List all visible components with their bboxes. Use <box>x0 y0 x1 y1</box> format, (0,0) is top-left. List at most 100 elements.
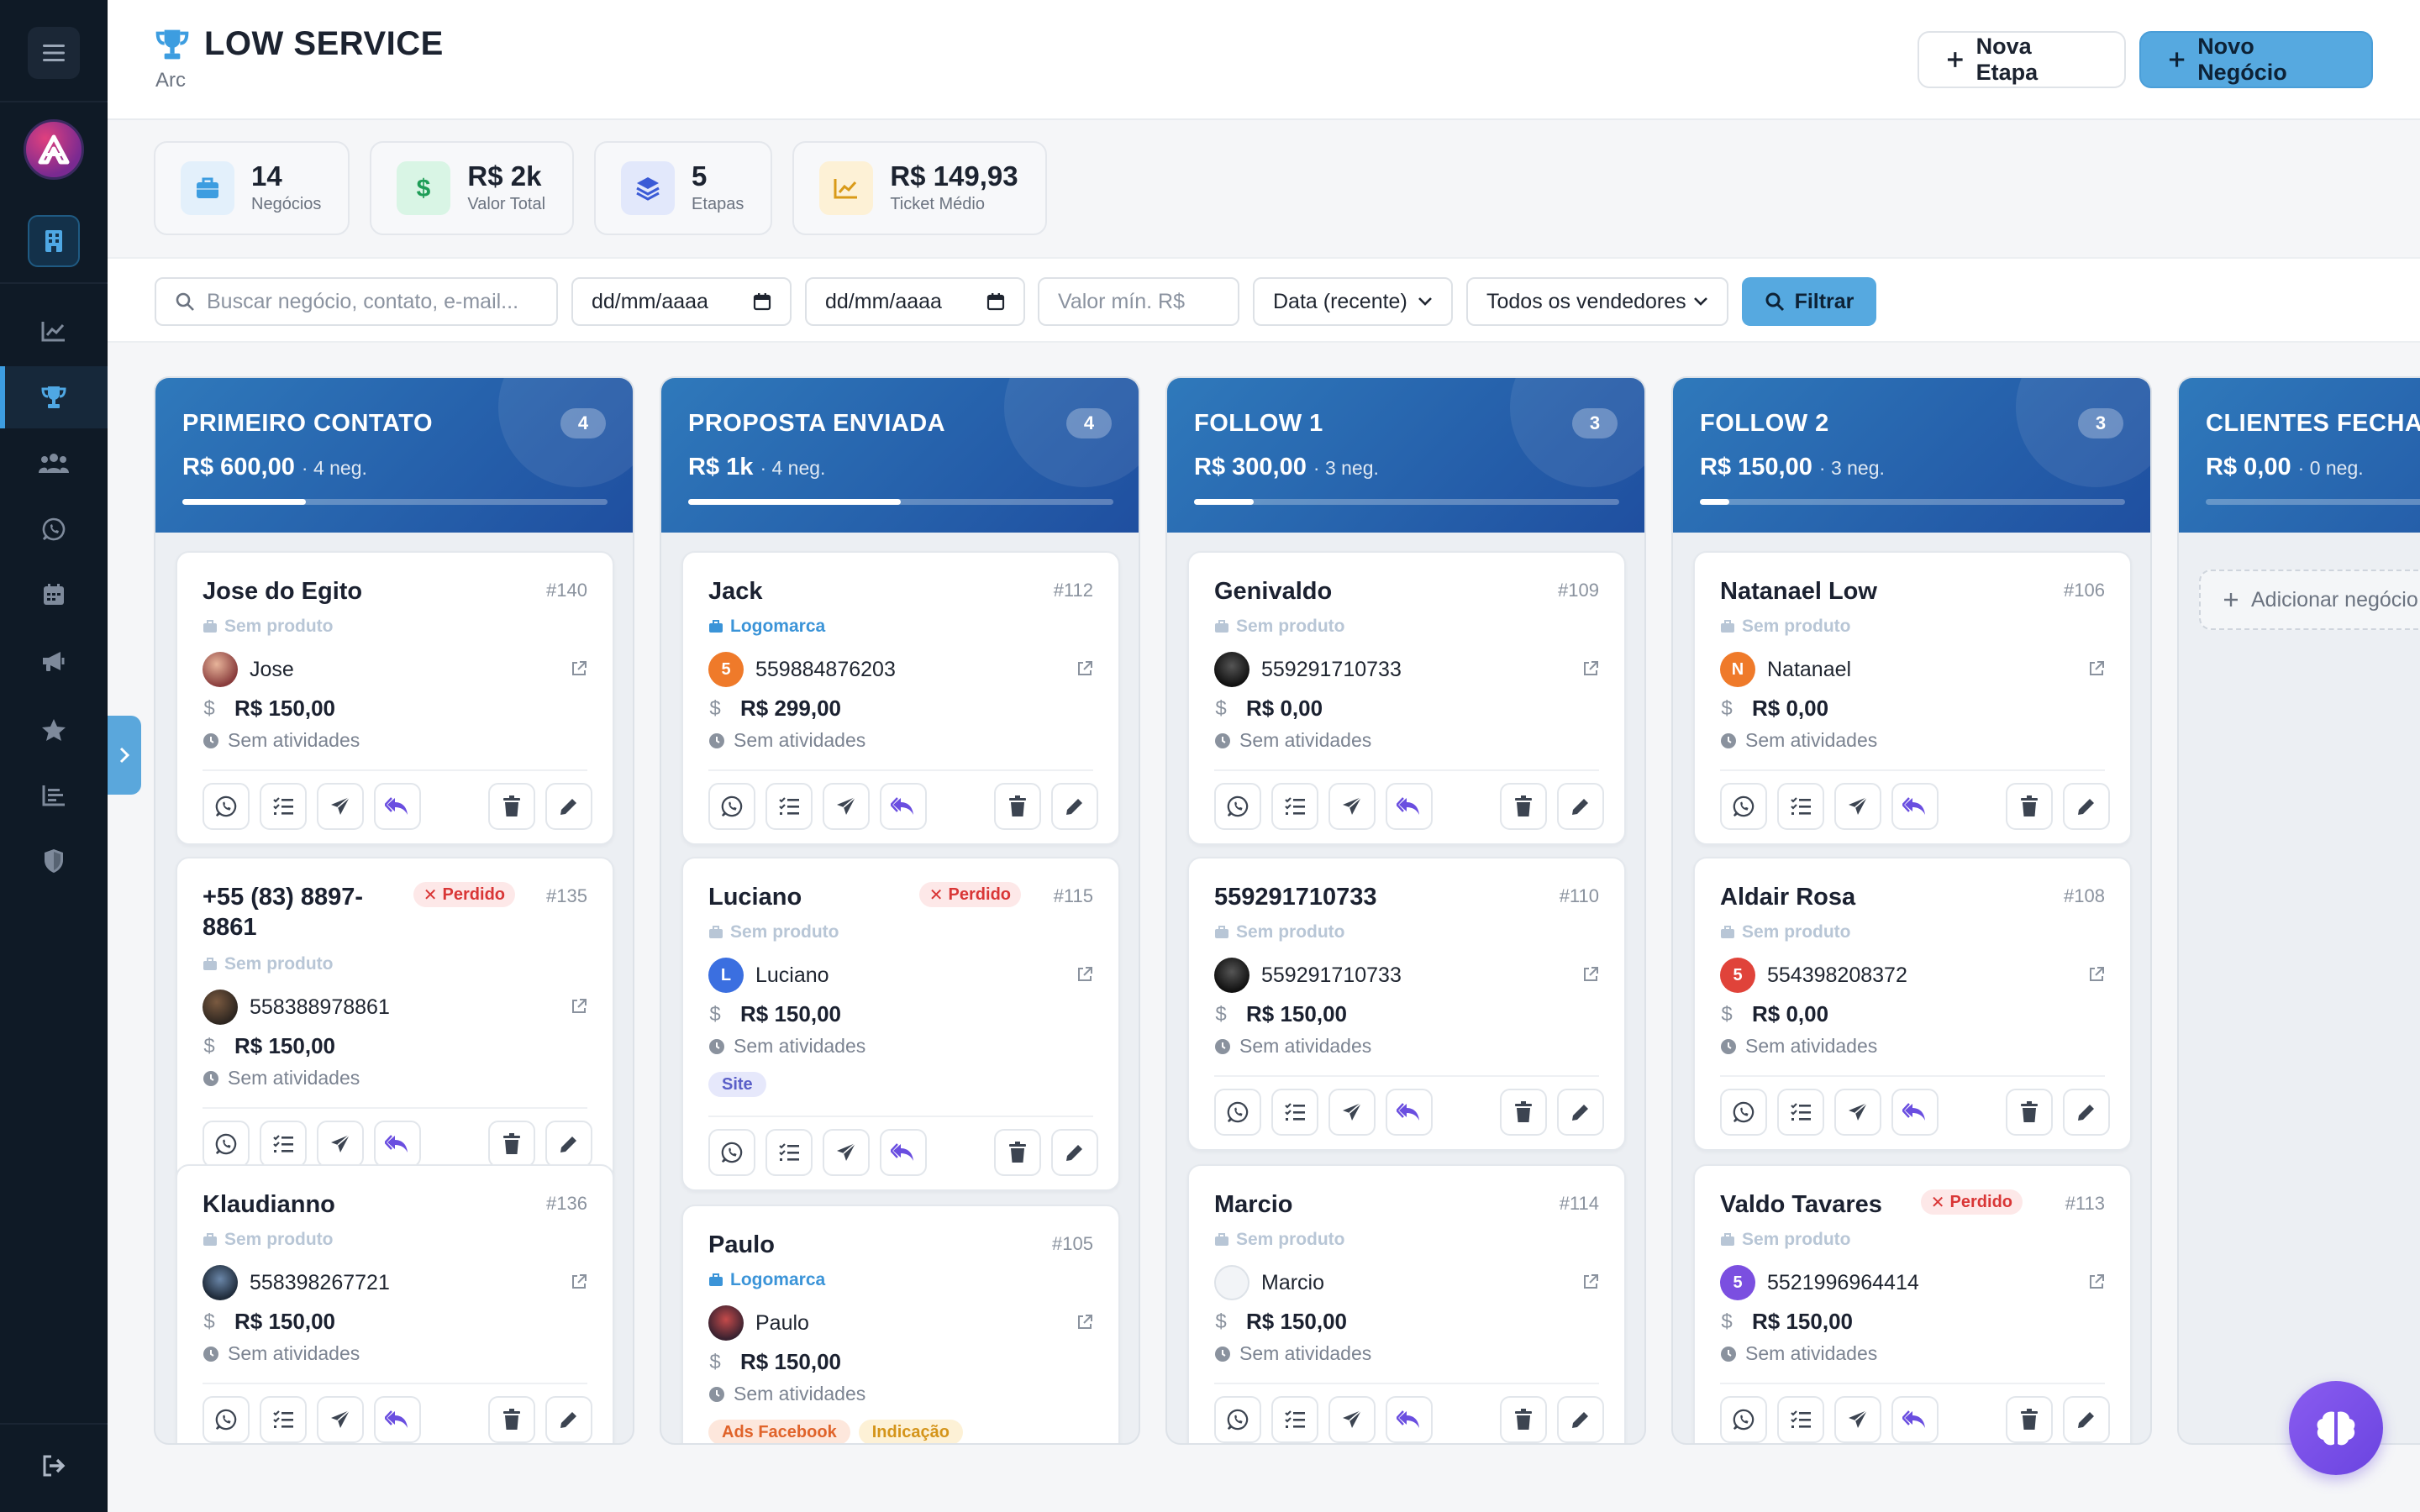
send-button[interactable] <box>317 1121 364 1168</box>
deal-contact[interactable]: Paulo <box>708 1305 809 1341</box>
delete-button[interactable] <box>488 783 535 830</box>
external-link-icon[interactable] <box>2088 660 2105 681</box>
whatsapp-button[interactable] <box>1214 1089 1261 1136</box>
tasks-button[interactable] <box>1271 783 1318 830</box>
tag-badge[interactable]: Site <box>708 1072 766 1097</box>
deal-title[interactable]: Klaudianno <box>203 1189 455 1220</box>
seller-select[interactable]: Todos os vendedores <box>1466 277 1728 326</box>
send-button[interactable] <box>1328 1396 1376 1443</box>
edit-button[interactable] <box>545 783 592 830</box>
tasks-button[interactable] <box>1777 1396 1824 1443</box>
ai-assistant-button[interactable] <box>2289 1381 2383 1475</box>
external-link-icon[interactable] <box>571 660 587 681</box>
tasks-button[interactable] <box>260 783 307 830</box>
edit-button[interactable] <box>545 1121 592 1168</box>
deal-contact[interactable]: L Luciano <box>708 958 829 993</box>
sidebar-item-contacts[interactable] <box>0 432 108 494</box>
reply-button[interactable] <box>374 1121 421 1168</box>
deal-contact[interactable]: Marcio <box>1214 1265 1324 1300</box>
whatsapp-button[interactable] <box>203 1121 250 1168</box>
whatsapp-button[interactable] <box>708 1129 755 1176</box>
deal-contact[interactable]: 559291710733 <box>1214 958 1402 993</box>
delete-button[interactable] <box>994 783 1041 830</box>
tasks-button[interactable] <box>765 1129 813 1176</box>
reply-button[interactable] <box>1386 1089 1433 1136</box>
external-link-icon[interactable] <box>1582 660 1599 681</box>
external-link-icon[interactable] <box>1076 660 1093 681</box>
whatsapp-button[interactable] <box>1214 783 1261 830</box>
deal-contact[interactable]: N Natanael <box>1720 652 1851 687</box>
reply-button[interactable] <box>1891 1396 1939 1443</box>
deal-title[interactable]: Aldair Rosa <box>1720 882 1972 912</box>
expand-panel-tab[interactable] <box>108 716 141 795</box>
send-button[interactable] <box>317 783 364 830</box>
send-button[interactable] <box>1328 1089 1376 1136</box>
whatsapp-button[interactable] <box>1720 1396 1767 1443</box>
deal-card[interactable]: Paulo #105 Logomarca Paulo $ R$ 150,00 Sem … <box>681 1205 1120 1443</box>
date-to-input[interactable]: dd/mm/aaaa <box>805 277 1025 326</box>
external-link-icon[interactable] <box>2088 1273 2105 1294</box>
deal-card[interactable]: Genivaldo #109 Sem produto 559291710733 $ R… <box>1187 551 1626 845</box>
deal-title[interactable]: Jack <box>708 576 960 606</box>
deal-contact[interactable]: 5 5521996964414 <box>1720 1265 1919 1300</box>
deal-contact[interactable]: Jose <box>203 652 294 687</box>
delete-button[interactable] <box>1500 1396 1547 1443</box>
tag-badge[interactable]: Ads Facebook <box>708 1420 850 1443</box>
delete-button[interactable] <box>2006 783 2053 830</box>
deal-card[interactable]: Klaudianno #136 Sem produto 558398267721 $… <box>176 1164 614 1443</box>
reply-button[interactable] <box>880 783 927 830</box>
workspace-button[interactable] <box>28 215 80 267</box>
external-link-icon[interactable] <box>1076 966 1093 987</box>
edit-button[interactable] <box>1557 783 1604 830</box>
menu-toggle-button[interactable] <box>28 27 80 79</box>
reply-button[interactable] <box>1891 1089 1939 1136</box>
deal-contact[interactable]: 558388978861 <box>203 990 390 1025</box>
search-input[interactable]: Buscar negócio, contato, e-mail... <box>155 277 558 326</box>
send-button[interactable] <box>1834 783 1881 830</box>
tasks-button[interactable] <box>1271 1089 1318 1136</box>
deal-title[interactable]: Natanael Low <box>1720 576 1972 606</box>
deal-title[interactable]: Paulo <box>708 1230 960 1260</box>
whatsapp-button[interactable] <box>1720 783 1767 830</box>
date-from-input[interactable]: dd/mm/aaaa <box>571 277 792 326</box>
deal-card[interactable]: Luciano ✕ Perdido #115 Sem produto L Lucian… <box>681 857 1120 1191</box>
edit-button[interactable] <box>2063 1396 2110 1443</box>
deal-card[interactable]: +55 (83) 8897-8861 ✕ Perdido #135 Sem produ… <box>176 857 614 1183</box>
deal-title[interactable]: Jose do Egito <box>203 576 455 606</box>
external-link-icon[interactable] <box>571 998 587 1019</box>
external-link-icon[interactable] <box>1582 966 1599 987</box>
sidebar-item-campaigns[interactable] <box>0 630 108 692</box>
sidebar-item-favorites[interactable] <box>0 699 108 761</box>
deal-title[interactable]: 559291710733 <box>1214 882 1466 912</box>
new-stage-button[interactable]: Nova Etapa <box>1918 31 2126 88</box>
whatsapp-button[interactable] <box>1214 1396 1261 1443</box>
whatsapp-button[interactable] <box>708 783 755 830</box>
filter-button[interactable]: Filtrar <box>1742 277 1876 326</box>
whatsapp-button[interactable] <box>1720 1089 1767 1136</box>
deal-card[interactable]: Marcio #114 Sem produto Marcio $ R$ 150,00 … <box>1187 1164 1626 1443</box>
new-deal-button[interactable]: Novo Negócio <box>2139 31 2373 88</box>
reply-button[interactable] <box>374 783 421 830</box>
delete-button[interactable] <box>2006 1089 2053 1136</box>
reply-button[interactable] <box>374 1396 421 1443</box>
sidebar-item-security[interactable] <box>0 830 108 892</box>
deal-card[interactable]: Jose do Egito #140 Sem produto Jose $ R$ 15… <box>176 551 614 845</box>
whatsapp-button[interactable] <box>203 783 250 830</box>
edit-button[interactable] <box>2063 783 2110 830</box>
send-button[interactable] <box>1834 1089 1881 1136</box>
min-value-input[interactable]: Valor mín. R$ <box>1038 277 1239 326</box>
sidebar-item-calendar[interactable] <box>0 564 108 626</box>
edit-button[interactable] <box>1557 1089 1604 1136</box>
delete-button[interactable] <box>1500 783 1547 830</box>
sidebar-item-pipeline[interactable] <box>0 366 108 428</box>
external-link-icon[interactable] <box>571 1273 587 1294</box>
send-button[interactable] <box>1834 1396 1881 1443</box>
tasks-button[interactable] <box>260 1396 307 1443</box>
sidebar-item-reports[interactable] <box>0 764 108 827</box>
external-link-icon[interactable] <box>1076 1314 1093 1335</box>
sidebar-item-dashboard[interactable] <box>0 300 108 362</box>
edit-button[interactable] <box>2063 1089 2110 1136</box>
deal-title[interactable]: Marcio <box>1214 1189 1466 1220</box>
deal-contact[interactable]: 5 554398208372 <box>1720 958 1907 993</box>
edit-button[interactable] <box>1051 1129 1098 1176</box>
